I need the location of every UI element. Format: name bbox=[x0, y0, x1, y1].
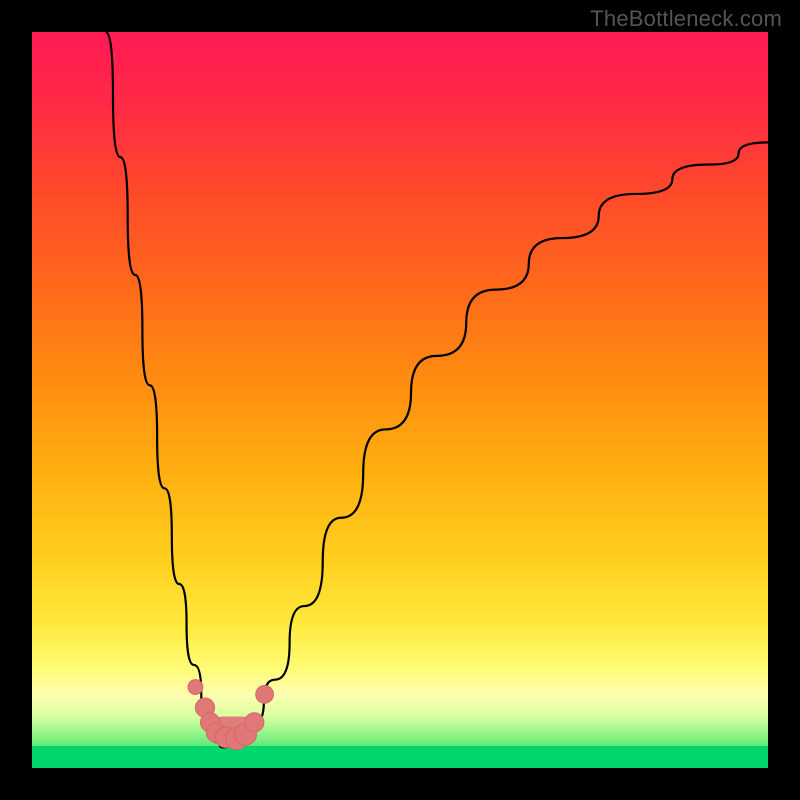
outer-black-frame: TheBottleneck.com bbox=[0, 0, 800, 800]
data-point-marker bbox=[245, 713, 264, 732]
chart-plot-area bbox=[32, 32, 768, 768]
data-point-marker bbox=[256, 686, 274, 704]
green-baseline-strip bbox=[32, 746, 768, 768]
data-point-marker bbox=[188, 680, 203, 695]
gradient-background bbox=[32, 32, 768, 768]
watermark-text: TheBottleneck.com bbox=[590, 6, 782, 32]
chart-svg bbox=[32, 32, 768, 768]
